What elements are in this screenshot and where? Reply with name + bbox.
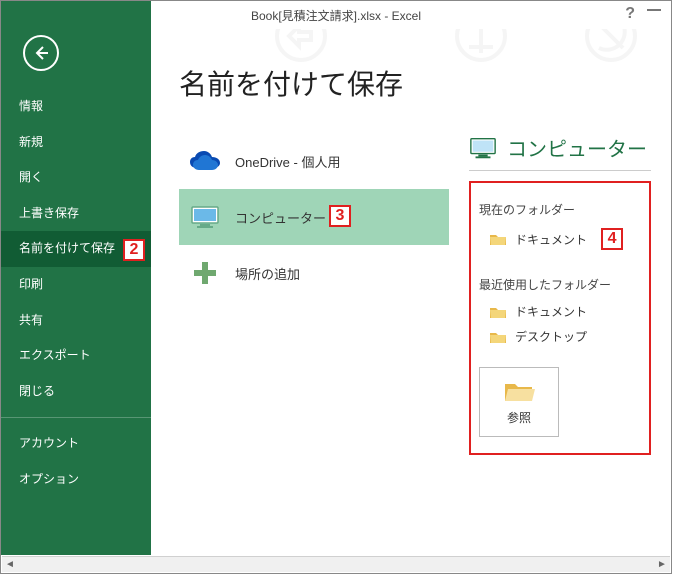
folder-open-icon — [503, 379, 535, 403]
nav-print[interactable]: 印刷 — [1, 267, 151, 303]
browse-label: 参照 — [507, 409, 531, 426]
location-panel: コンピューター 現在のフォルダー ドキュメント 4 最近使用したフォルダー ドキ… — [469, 133, 663, 455]
nav-separator — [1, 417, 151, 418]
place-label: OneDrive - 個人用 — [235, 152, 340, 171]
browse-button[interactable]: 参照 — [479, 367, 559, 437]
recent-label: 最近使用したフォルダー — [479, 276, 641, 293]
callout-4: 4 — [601, 228, 623, 250]
back-button[interactable] — [23, 35, 59, 71]
horizontal-scrollbar[interactable]: ◄ ► — [2, 556, 670, 572]
page-title: 名前を付けて保存 — [179, 63, 663, 103]
computer-icon — [189, 201, 221, 233]
backstage-sidebar: 情報 新規 開く 上書き保存 名前を付けて保存 2 印刷 共有 エクスポート 閉… — [1, 1, 151, 555]
recent-folder[interactable]: デスクトップ — [479, 324, 641, 349]
scroll-left-icon[interactable]: ◄ — [2, 558, 18, 572]
add-icon — [189, 257, 221, 289]
nav-info[interactable]: 情報 — [1, 89, 151, 125]
panel-header: コンピューター — [469, 133, 651, 171]
place-label: 場所の追加 — [235, 264, 300, 283]
content-area: 名前を付けて保存 OneDrive - 個人用 コンピューター — [151, 1, 671, 555]
nav-new[interactable]: 新規 — [1, 125, 151, 161]
folder-name: ドキュメント — [515, 231, 587, 248]
place-onedrive[interactable]: OneDrive - 個人用 — [179, 133, 449, 189]
panel-body: 現在のフォルダー ドキュメント 4 最近使用したフォルダー ドキュメント — [469, 181, 651, 455]
recent-folder[interactable]: ドキュメント — [479, 299, 641, 324]
nav-share[interactable]: 共有 — [1, 303, 151, 339]
nav-open[interactable]: 開く — [1, 160, 151, 196]
nav-export[interactable]: エクスポート — [1, 338, 151, 374]
callout-2: 2 — [123, 239, 145, 261]
place-computer[interactable]: コンピューター 3 — [179, 189, 449, 245]
folder-name: ドキュメント — [515, 303, 587, 320]
onedrive-icon — [189, 145, 221, 177]
folder-icon — [489, 330, 507, 344]
folder-icon — [489, 305, 507, 319]
current-folder-label: 現在のフォルダー — [479, 201, 641, 218]
nav-close[interactable]: 閉じる — [1, 374, 151, 410]
current-folder[interactable]: ドキュメント 4 — [479, 224, 641, 254]
callout-3: 3 — [329, 205, 351, 227]
places-list: OneDrive - 個人用 コンピューター 3 場所の追加 — [179, 133, 449, 455]
panel-title: コンピューター — [507, 133, 647, 162]
nav-account[interactable]: アカウント — [1, 426, 151, 462]
place-add[interactable]: 場所の追加 — [179, 245, 449, 301]
nav-save[interactable]: 上書き保存 — [1, 196, 151, 232]
nav-options[interactable]: オプション — [1, 462, 151, 498]
scroll-right-icon[interactable]: ► — [654, 558, 670, 572]
nav-saveas[interactable]: 名前を付けて保存 2 — [1, 231, 151, 267]
folder-icon — [489, 232, 507, 246]
place-label: コンピューター — [235, 208, 326, 227]
computer-icon — [469, 136, 497, 160]
folder-name: デスクトップ — [515, 328, 587, 345]
